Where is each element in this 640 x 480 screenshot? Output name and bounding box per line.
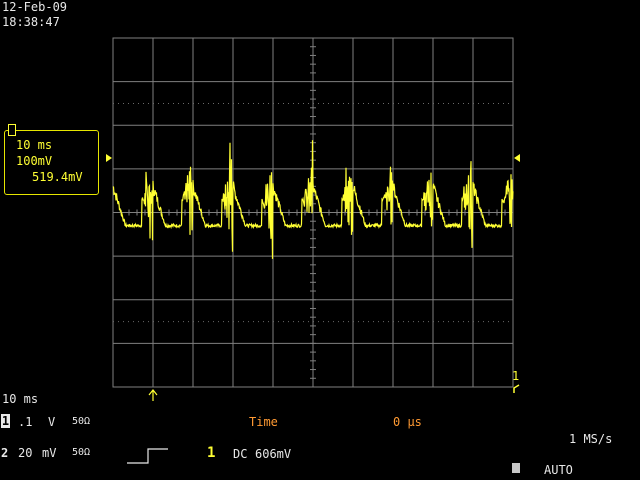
trace-1-marker-label: 1	[512, 369, 520, 383]
trigger-channel: 1	[207, 445, 216, 461]
ch1-impedance: 50Ω	[72, 416, 91, 427]
bottom-timebase: 10 ms	[2, 392, 39, 406]
ch2-impedance: 50Ω	[72, 447, 91, 458]
graticule	[106, 37, 520, 401]
trigger-mode[interactable]: AUTO	[544, 463, 573, 477]
ch2-unit: mV	[42, 446, 57, 460]
box-volts-per-div: 100mV	[16, 154, 53, 168]
time-value: 0 μs	[393, 415, 422, 429]
channel-1-tab-icon[interactable]	[8, 124, 16, 136]
ch2-number[interactable]: 2	[1, 446, 8, 460]
sample-rate: 1 MS/s	[569, 432, 613, 446]
oscilloscope-screen: { "header": { "date": "12-Feb-09", "time…	[0, 0, 640, 480]
ch2-scale: 20	[18, 446, 33, 460]
trace-end-marker-icon	[513, 384, 520, 393]
date-readout: 12-Feb-09	[2, 0, 68, 14]
rising-edge-trigger-icon	[127, 448, 168, 464]
box-offset: 519.4mV	[32, 170, 83, 184]
trigger-level: 606mV	[255, 447, 292, 461]
left-level-marker-icon	[106, 153, 112, 162]
ch1-number-badge[interactable]: 1	[1, 414, 10, 428]
trigger-coupling: DC	[233, 447, 248, 461]
ch1-unit: V	[48, 415, 56, 429]
time-readout: 18:38:47	[2, 15, 60, 29]
box-timebase: 10 ms	[16, 138, 53, 152]
right-level-marker-icon	[514, 153, 520, 162]
time-label: Time	[249, 415, 278, 429]
acquisition-status-icon	[512, 463, 520, 473]
ch1-scale: .1	[18, 415, 33, 429]
channel-1-info-box[interactable]: 10 ms 100mV 519.4mV	[4, 130, 99, 195]
